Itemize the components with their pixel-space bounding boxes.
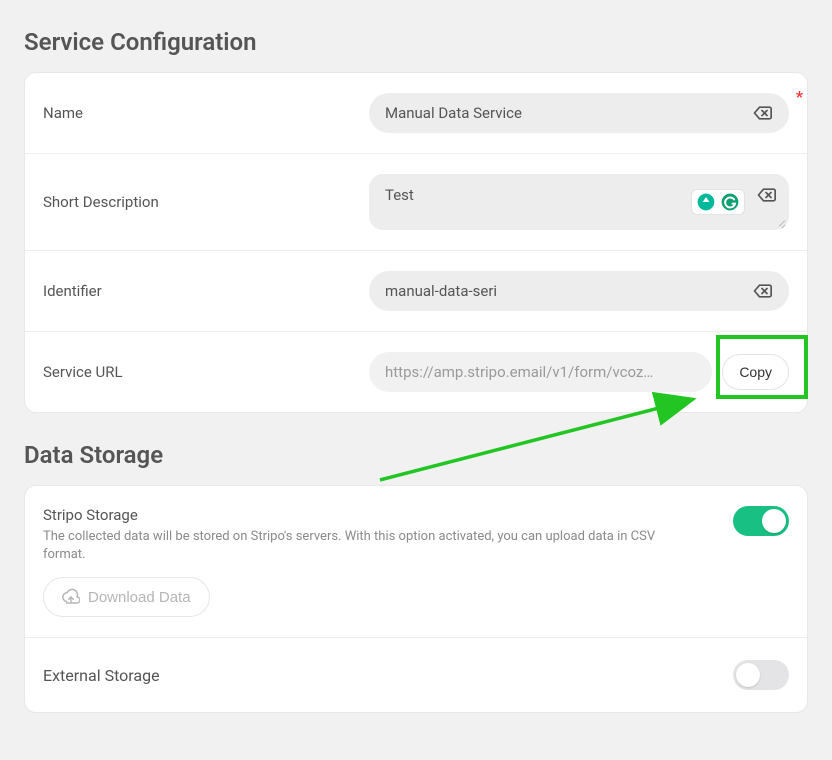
stripo-storage-toggle[interactable]: [733, 506, 789, 536]
name-value: Manual Data Service: [385, 104, 751, 122]
download-row: Download Data: [25, 577, 807, 638]
resize-handle-icon[interactable]: [776, 217, 786, 227]
service-config-title: Service Configuration: [24, 28, 808, 56]
external-storage-label: External Storage: [43, 666, 160, 685]
external-storage-toggle[interactable]: [733, 660, 789, 690]
service-config-card: Name Manual Data Service * Short Descrip…: [24, 72, 808, 413]
required-asterisk: *: [796, 87, 803, 106]
data-storage-card: Stripo Storage The collected data will b…: [24, 485, 808, 713]
identifier-label: Identifier: [43, 282, 353, 300]
identifier-input[interactable]: manual-data-seri: [369, 271, 789, 311]
short-desc-label: Short Description: [43, 193, 353, 211]
short-desc-value: Test: [385, 186, 414, 204]
service-url-label: Service URL: [43, 363, 353, 381]
identifier-value: manual-data-seri: [385, 282, 751, 300]
identifier-row: Identifier manual-data-seri: [25, 251, 807, 332]
data-storage-title: Data Storage: [24, 441, 808, 469]
download-data-label: Download Data: [88, 589, 191, 606]
clear-icon[interactable]: [751, 280, 773, 302]
download-data-button[interactable]: Download Data: [43, 577, 210, 617]
stripo-storage-label: Stripo Storage: [43, 506, 683, 524]
service-url-input[interactable]: https://amp.stripo.email/v1/form/vcoz…: [369, 352, 712, 392]
stripo-storage-desc: The collected data will be stored on Str…: [43, 528, 683, 563]
stripo-storage-row: Stripo Storage The collected data will b…: [25, 486, 807, 577]
name-row: Name Manual Data Service *: [25, 73, 807, 154]
grammarly-overlay[interactable]: [691, 189, 745, 215]
download-icon: [62, 588, 80, 606]
short-desc-row: Short Description Test: [25, 154, 807, 251]
service-url-value: https://amp.stripo.email/v1/form/vcoz…: [385, 363, 696, 381]
external-storage-row: External Storage: [25, 638, 807, 712]
name-input[interactable]: Manual Data Service: [369, 93, 789, 133]
service-url-row: Service URL https://amp.stripo.email/v1/…: [25, 332, 807, 412]
name-label: Name: [43, 104, 353, 122]
clear-icon[interactable]: [755, 184, 777, 206]
copy-button[interactable]: Copy: [722, 354, 789, 390]
short-desc-input[interactable]: Test: [369, 174, 789, 230]
clear-icon[interactable]: [751, 102, 773, 124]
